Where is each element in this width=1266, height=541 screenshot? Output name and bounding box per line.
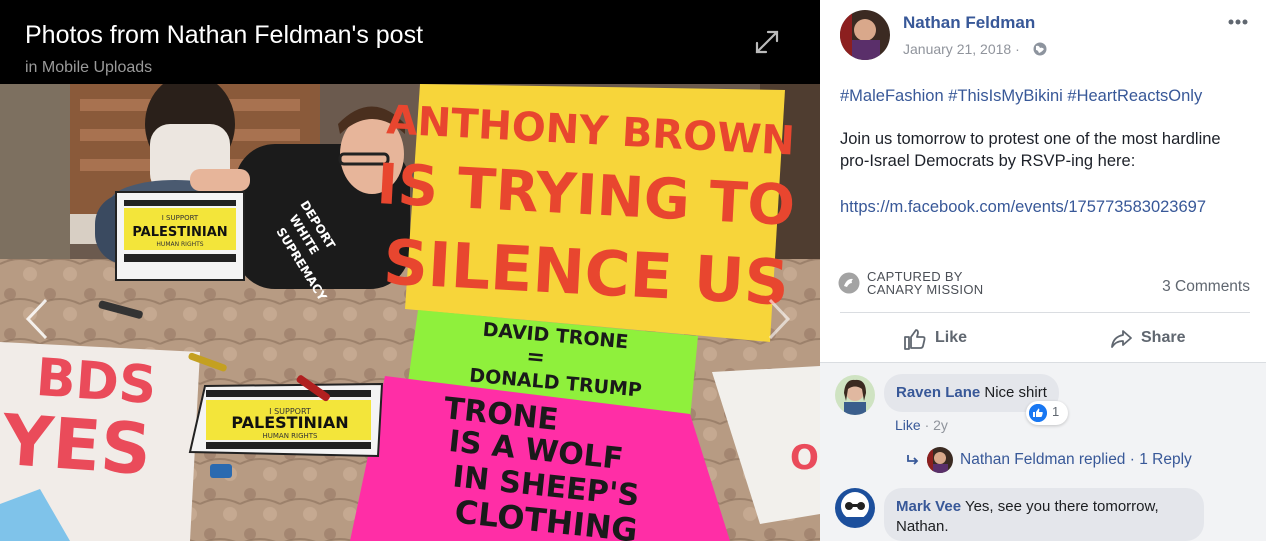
comment-count[interactable]: 3 Comments [1162, 278, 1250, 296]
author-avatar[interactable] [840, 10, 890, 60]
placard-bottom: HUMAN RIGHTS [156, 241, 203, 248]
album-link[interactable]: in Mobile Uploads [25, 59, 152, 77]
like-button[interactable]: Like [903, 326, 993, 352]
share-button[interactable]: Share [1109, 326, 1209, 352]
commenter-avatar[interactable] [835, 375, 875, 415]
reaction-count: 1 [1052, 404, 1060, 419]
divider [840, 312, 1250, 313]
chevron-left-icon[interactable] [22, 296, 52, 342]
placard-main: PALESTINIAN [231, 413, 348, 432]
yellow-sign: ANTHONY BROWN IS TRYING TO SILENCE US [375, 84, 797, 342]
commenter-name[interactable]: Mark Vee [896, 498, 961, 515]
comment-age: · 2y [920, 417, 948, 433]
like-label: Like [935, 329, 968, 346]
view-replies-link[interactable]: Nathan Feldman replied · 1 Reply [960, 451, 1192, 469]
post-photo[interactable]: DEPORT WHITE SUPREMACY I SUPPORT PALESTI… [0, 84, 820, 541]
chevron-right-icon[interactable] [764, 296, 794, 342]
share-label: Share [1141, 329, 1186, 346]
captured-by-text: CAPTURED BY CANARY MISSION [867, 270, 983, 296]
like-icon [904, 329, 926, 350]
placard-sign: I SUPPORT PALESTINIAN HUMAN RIGHTS [115, 191, 245, 281]
post-hashtags[interactable]: #MaleFashion #ThisIsMyBikini #HeartReact… [840, 85, 1250, 107]
viewer-title: Photos from Nathan Feldman's post [25, 21, 424, 49]
like-reaction-icon [1029, 404, 1047, 422]
svg-text:O: O [790, 438, 819, 478]
reply-arrow-icon [907, 455, 919, 465]
comment-meta: Like · 2y [895, 417, 948, 433]
post-body: Join us tomorrow to protest one of the m… [840, 130, 1221, 170]
commenter-name[interactable]: Raven Lane [896, 384, 980, 401]
more-icon[interactable] [1226, 12, 1250, 32]
globe-icon [1033, 42, 1047, 56]
green-sign-line: = [525, 344, 546, 371]
reply-avatar[interactable] [927, 447, 953, 473]
canary-mission-icon [838, 272, 860, 294]
placard-top: I SUPPORT [162, 214, 199, 222]
placard-bottom: HUMAN RIGHTS [262, 432, 318, 440]
viewer-header: Photos from Nathan Feldman's post in Mob… [0, 0, 820, 84]
comment-text: Nice shirt [984, 384, 1047, 401]
expand-icon[interactable] [753, 28, 781, 56]
placard-main: PALESTINIAN [132, 225, 227, 240]
captured-line-2: CANARY MISSION [867, 282, 984, 297]
author-name[interactable]: Nathan Feldman [903, 13, 1035, 33]
comment-like-link[interactable]: Like [895, 417, 921, 433]
post-panel: Nathan Feldman January 21, 2018 · #MaleF… [820, 0, 1266, 541]
commenter-avatar[interactable] [835, 488, 875, 528]
photo-viewer: Photos from Nathan Feldman's post in Mob… [0, 0, 820, 541]
post-date[interactable]: January 21, 2018 · [903, 41, 1020, 57]
placard-sign: I SUPPORT PALESTINIAN HUMAN RIGHTS [188, 382, 384, 458]
comment-bubble: Mark Vee Yes, see you there tomorrow, Na… [884, 488, 1204, 541]
event-link[interactable]: https://m.facebook.com/events/1757735830… [840, 196, 1250, 218]
reaction-badge[interactable]: 1 [1026, 401, 1068, 425]
share-icon [1111, 330, 1132, 348]
bds-sign-line: YES [0, 399, 154, 491]
